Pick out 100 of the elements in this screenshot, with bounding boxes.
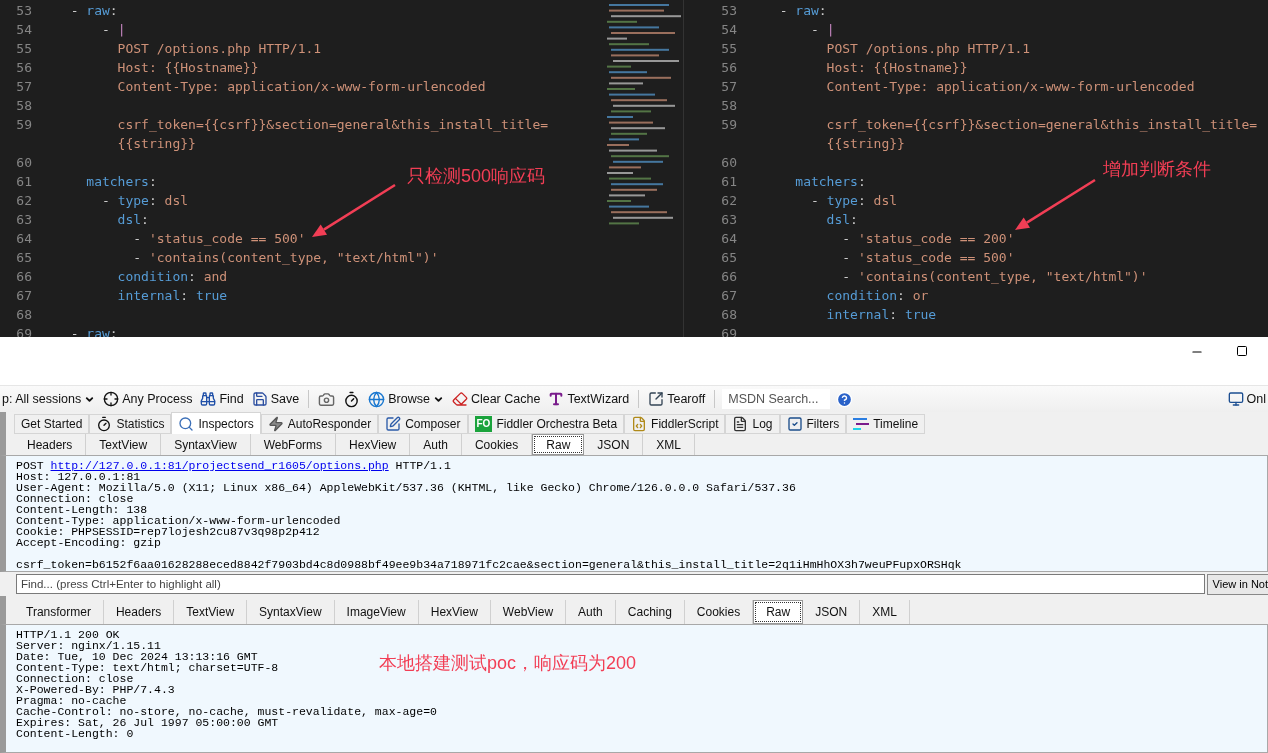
find-field[interactable]: Find... (press Ctrl+Enter to highlight all) xyxy=(16,574,1205,594)
header-line: Connection: close xyxy=(16,673,134,684)
eraser-icon xyxy=(451,391,468,407)
line-number: 65 xyxy=(720,250,737,265)
binoculars-icon xyxy=(200,391,217,407)
code-line: condition: or xyxy=(825,288,929,303)
line-number: 57 xyxy=(720,79,737,94)
code-line: csrf_token={{csrf}}&section=general&this_install_title= xyxy=(116,117,549,132)
timeline-icon xyxy=(853,418,870,430)
search-field[interactable]: MSDN Search... xyxy=(722,389,831,409)
code-line: POST /options.php HTTP/1.1 xyxy=(116,41,322,56)
header-line: X-Powered-By: PHP/7.4.3 xyxy=(16,684,175,695)
pen-icon xyxy=(385,416,402,432)
toolbar-button[interactable]: Any Process xyxy=(101,388,195,410)
code-line: condition: and xyxy=(116,269,228,284)
stopwatch-icon xyxy=(96,416,113,432)
code-line: - type: dsl xyxy=(100,193,189,208)
line-number: 67 xyxy=(720,288,737,303)
line-number: 66 xyxy=(720,269,737,284)
line-number: 61 xyxy=(720,174,737,189)
code-line: - 'status_code == 500' xyxy=(841,250,1015,265)
code-line: - 'status_code == 500' xyxy=(132,231,306,246)
toolbar-button[interactable]: TextWizard xyxy=(546,388,632,410)
code-line: {{string}} xyxy=(116,136,196,151)
line-number: 62 xyxy=(720,193,737,208)
line-number: 63 xyxy=(720,212,737,227)
code-line: - raw: xyxy=(778,3,827,18)
maximize-icon[interactable] xyxy=(1236,345,1248,357)
header-line: Date: Tue, 10 Dec 2024 13:13:16 GMT xyxy=(16,651,258,662)
line-number: 56 xyxy=(720,60,737,75)
code-line: - 'status_code == 200' xyxy=(841,231,1015,246)
line-number: 55 xyxy=(15,41,32,56)
line-number: 63 xyxy=(15,212,32,227)
line-number: 59 xyxy=(15,117,32,132)
camera-icon xyxy=(318,390,336,408)
header-line: Content-Type: application/x-www-form-urlencoded xyxy=(16,515,341,526)
code-line: internal: true xyxy=(116,288,228,303)
code-line: csrf_token={{csrf}}&section=general&this_install_title= xyxy=(825,117,1258,132)
online-button[interactable]: Onl xyxy=(1225,388,1268,410)
toolbar-button[interactable]: Save xyxy=(249,388,302,410)
toolbar-button[interactable]: Find xyxy=(198,388,246,410)
line-number: 53 xyxy=(15,3,32,18)
code-line: - | xyxy=(809,22,835,37)
line-number: 56 xyxy=(15,60,32,75)
orchestra-badge: FO xyxy=(474,416,493,432)
code-line: matchers: xyxy=(794,174,866,189)
code-line: - | xyxy=(100,22,126,37)
tab[interactable]: Filters xyxy=(779,414,847,434)
tab[interactable]: Inspectors xyxy=(171,412,261,434)
line-number: 67 xyxy=(15,288,32,303)
line-number: 54 xyxy=(15,22,32,37)
dropdown-button[interactable]: p: All sessions xyxy=(0,388,98,410)
monitor-icon xyxy=(1227,391,1244,407)
view-button[interactable]: View in Not xyxy=(1206,573,1268,595)
line-number: 60 xyxy=(720,155,737,170)
code-line: Host: {{Hostname}} xyxy=(116,60,259,75)
line-number: 64 xyxy=(15,231,32,246)
tab[interactable]: Log xyxy=(725,414,780,434)
url-link[interactable]: http://127.0.0.1:81/projectsend_r1605/options.php xyxy=(50,459,389,472)
code-line: - 'contains(content_type, "text/html")' xyxy=(841,269,1148,284)
code-line: POST /options.php HTTP/1.1 xyxy=(825,41,1031,56)
line-number: 65 xyxy=(15,250,32,265)
line-number: 68 xyxy=(720,307,737,322)
line-number: 58 xyxy=(15,98,32,113)
header-line: Accept-Encoding: gzip xyxy=(16,537,161,548)
tab[interactable]: Timeline xyxy=(846,414,926,434)
line-number: 53 xyxy=(720,3,737,18)
code-line: dsl: xyxy=(825,212,858,227)
annotation-text: 只检测500响应码 xyxy=(407,165,546,188)
line-number: 58 xyxy=(720,98,737,113)
line-number: 54 xyxy=(720,22,737,37)
header-line: Cache-Control: no-store, no-cache, must-revalidate, max-age=0 xyxy=(16,706,437,717)
tab[interactable]: Composer xyxy=(378,414,468,434)
header-line: HTTP/1.1 200 OK xyxy=(16,629,120,640)
tab[interactable]: Statistics xyxy=(89,414,172,434)
tab[interactable]: Raw xyxy=(753,600,804,624)
code-line: - 'contains(content_type, "text/html")' xyxy=(132,250,439,265)
header-line: User-Agent: Mozilla/5.0 (X11; Linux x86_64) AppleWebKit/537.36 (KHTML, like Gecko) Chrome/126.0.0.0 Safari/537.36 xyxy=(16,482,796,493)
code-line: Content-Type: application/x-www-form-urlencoded xyxy=(825,79,1195,94)
line-number: 61 xyxy=(15,174,32,189)
tab[interactable]: Get Started xyxy=(14,414,90,434)
code-line: - type: dsl xyxy=(809,193,898,208)
header-line: Server: nginx/1.15.11 xyxy=(16,640,161,651)
dropdown-button[interactable]: Browse xyxy=(366,388,446,410)
code-line: Host: {{Hostname}} xyxy=(825,60,968,75)
toolbar-button[interactable]: Tearoff xyxy=(646,388,708,410)
code-line: {{string}} xyxy=(825,136,905,151)
line-number: 68 xyxy=(15,307,32,322)
code-line: internal: true xyxy=(825,307,937,322)
tab[interactable]: AutoResponder xyxy=(260,414,379,434)
tab[interactable]: FiddlerScript xyxy=(624,414,726,434)
body-line: csrf_token=b6152f6aa01628288eced8842f7903bd4c8d0988bf49ee9b34a718971fc2cae&section=general&this_install_title=2q1iHmHhOX3h7weuPFupxORSHqk xyxy=(16,559,962,570)
line-number: 55 xyxy=(720,41,737,56)
tab[interactable]: FO Fiddler Orchestra Beta xyxy=(467,414,625,434)
tab[interactable]: Raw xyxy=(532,434,585,455)
header-line: Content-Type: text/html; charset=UTF-8 xyxy=(16,662,279,673)
code-line: - raw: xyxy=(69,3,118,18)
lightning-icon xyxy=(267,416,284,432)
search-icon xyxy=(178,415,195,432)
toolbar-button[interactable]: Clear Cache xyxy=(449,388,543,410)
